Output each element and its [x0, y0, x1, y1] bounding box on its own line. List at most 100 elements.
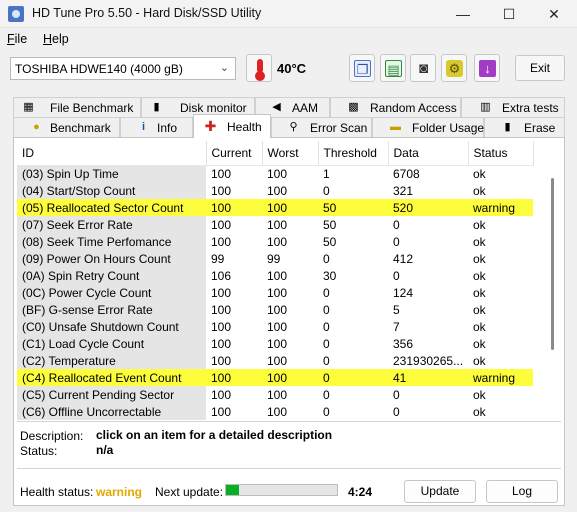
current-cell: 100 [206, 369, 262, 386]
exit-button[interactable]: Exit [515, 55, 565, 81]
threshold-cell: 30 [323, 268, 337, 283]
maximize-button[interactable]: ☐ [486, 0, 532, 28]
table-row[interactable]: (C1) Load Cycle Count 100 100 0 356 ok [17, 335, 533, 352]
threshold-cell: 0 [323, 183, 330, 198]
worst-cell: 100 [267, 183, 288, 198]
log-button[interactable]: Log [486, 480, 558, 503]
tab-benchmark[interactable]: ● Benchmark [13, 117, 120, 137]
drive-select[interactable]: TOSHIBA HDWE140 (4000 gB) ⌄ [10, 57, 236, 80]
data-cell: 6708 [393, 166, 420, 181]
current-cell: 100 [206, 199, 262, 216]
save-icon: ▤ [385, 60, 402, 77]
threshold-cell: 0 [323, 319, 330, 334]
current-cell: 100 [211, 166, 232, 181]
column-header-worst[interactable]: Worst [262, 141, 319, 166]
worst-cell: 100 [267, 302, 288, 317]
chevron-down-icon: ⌄ [219, 62, 229, 74]
update-progress-fill [226, 485, 240, 495]
column-header-data[interactable]: Data [388, 141, 469, 166]
table-row[interactable]: (07) Seek Error Rate 100 100 50 0 ok [17, 216, 533, 233]
temperature-button[interactable] [246, 54, 272, 82]
worst-cell: 100 [267, 285, 288, 300]
status-cell: ok [473, 217, 486, 232]
threshold-cell: 0 [323, 302, 330, 317]
status-label: Status: [20, 444, 58, 458]
menu-file[interactable]: File [7, 32, 27, 46]
data-cell: 520 [388, 199, 468, 216]
menu-bar: File Help [0, 29, 577, 49]
status-cell: ok [473, 251, 486, 266]
worst-cell: 100 [267, 234, 288, 249]
id-cell: (03) Spin Up Time [17, 165, 206, 182]
data-cell: 0 [393, 217, 400, 232]
current-cell: 106 [211, 268, 232, 283]
status-cell: warning [468, 369, 533, 386]
menu-help[interactable]: Help [43, 32, 69, 46]
worst-cell: 100 [267, 387, 288, 402]
current-cell: 100 [211, 285, 232, 300]
tab-folder-usage[interactable]: ▬ Folder Usage [372, 117, 484, 137]
current-cell: 100 [211, 302, 232, 317]
save-button[interactable]: ▤ [380, 54, 406, 82]
column-header-status[interactable]: Status [468, 141, 534, 166]
options-button[interactable]: ⚙ [441, 54, 467, 82]
data-cell: 0 [393, 404, 400, 419]
data-cell: 412 [393, 251, 414, 266]
tab-info[interactable]: i Info [120, 117, 193, 137]
column-header-current[interactable]: Current [206, 141, 263, 166]
table-row[interactable]: (0C) Power Cycle Count 100 100 0 124 ok [17, 284, 533, 301]
minimize-button[interactable]: — [440, 0, 486, 28]
data-cell: 0 [393, 268, 400, 283]
status-value: n/a [96, 443, 114, 457]
tab-erase[interactable]: ▮ Erase [484, 117, 565, 137]
table-row[interactable]: (C4) Reallocated Event Count 100 100 0 41 war… [17, 369, 533, 386]
tab-extra-tests[interactable]: ▥ Extra tests [461, 97, 565, 117]
drive-select-value: TOSHIBA HDWE140 (4000 gB) [15, 62, 183, 76]
table-row[interactable]: (C5) Current Pending Sector 100 100 0 0 ok [17, 386, 533, 403]
current-cell: 100 [211, 387, 232, 402]
tab-random-access[interactable]: ▩ Random Access [330, 97, 461, 117]
table-row[interactable]: (0A) Spin Retry Count 106 100 30 0 ok [17, 267, 533, 284]
benchmark-icon: ● [33, 121, 40, 133]
smart-table-container[interactable]: ID Current Worst Threshold Data Status (… [17, 141, 561, 421]
download-button[interactable]: ↓ [474, 54, 500, 82]
table-row[interactable]: (05) Reallocated Sector Count 100 100 50 520… [17, 199, 533, 216]
speaker-icon: ◀ [272, 101, 281, 113]
status-cell: ok [473, 302, 486, 317]
tab-health[interactable]: ✚ Health [193, 114, 271, 138]
window-title: HD Tune Pro 5.50 - Hard Disk/SSD Utility [32, 6, 262, 20]
table-row[interactable]: (04) Start/Stop Count 100 100 0 321 ok [17, 182, 533, 199]
close-button[interactable]: ✕ [531, 0, 577, 28]
threshold-cell: 1 [323, 166, 330, 181]
copy-info-button[interactable]: ❐ [349, 54, 375, 82]
threshold-cell: 50 [323, 217, 337, 232]
table-row[interactable]: (09) Power On Hours Count 99 99 0 412 ok [17, 250, 533, 267]
table-row[interactable]: (C2) Temperature 100 100 0 231930265... ok [17, 352, 533, 369]
tab-row-top: ▦ File Benchmark ▮ Disk monitor ◀ AAM ▩ … [13, 97, 565, 117]
divider [17, 421, 561, 422]
table-scrollbar[interactable] [551, 178, 554, 350]
column-header-threshold[interactable]: Threshold [318, 141, 389, 166]
table-row[interactable]: (BF) G-sense Error Rate 100 100 0 5 ok [17, 301, 533, 318]
smart-table: ID Current Worst Threshold Data Status (… [17, 141, 534, 420]
update-button[interactable]: Update [404, 480, 476, 503]
id-cell: (05) Reallocated Sector Count [17, 199, 206, 216]
data-cell: 7 [393, 319, 400, 334]
file-benchmark-icon: ▦ [23, 101, 34, 113]
camera-icon: ◙ [418, 60, 429, 77]
worst-cell: 100 [267, 336, 288, 351]
data-cell: 0 [393, 387, 400, 402]
status-cell: ok [473, 387, 486, 402]
table-row[interactable]: (C6) Offline Uncorrectable 100 100 0 0 ok [17, 403, 533, 420]
screenshot-button[interactable]: ◙ [410, 54, 436, 82]
tab-error-scan[interactable]: ⚲ Error Scan [271, 117, 372, 137]
table-row[interactable]: (C0) Unsafe Shutdown Count 100 100 0 7 ok [17, 318, 533, 335]
description-value: click on an item for a detailed descript… [96, 428, 333, 442]
current-cell: 99 [211, 251, 225, 266]
hd-tune-icon [8, 6, 24, 22]
table-row[interactable]: (08) Seek Time Perfomance 100 100 50 0 ok [17, 233, 533, 250]
status-cell: ok [473, 234, 486, 249]
tab-file-benchmark[interactable]: ▦ File Benchmark [13, 97, 141, 117]
table-row[interactable]: (03) Spin Up Time 100 100 1 6708 ok [17, 165, 533, 182]
column-header-id[interactable]: ID [17, 141, 207, 166]
